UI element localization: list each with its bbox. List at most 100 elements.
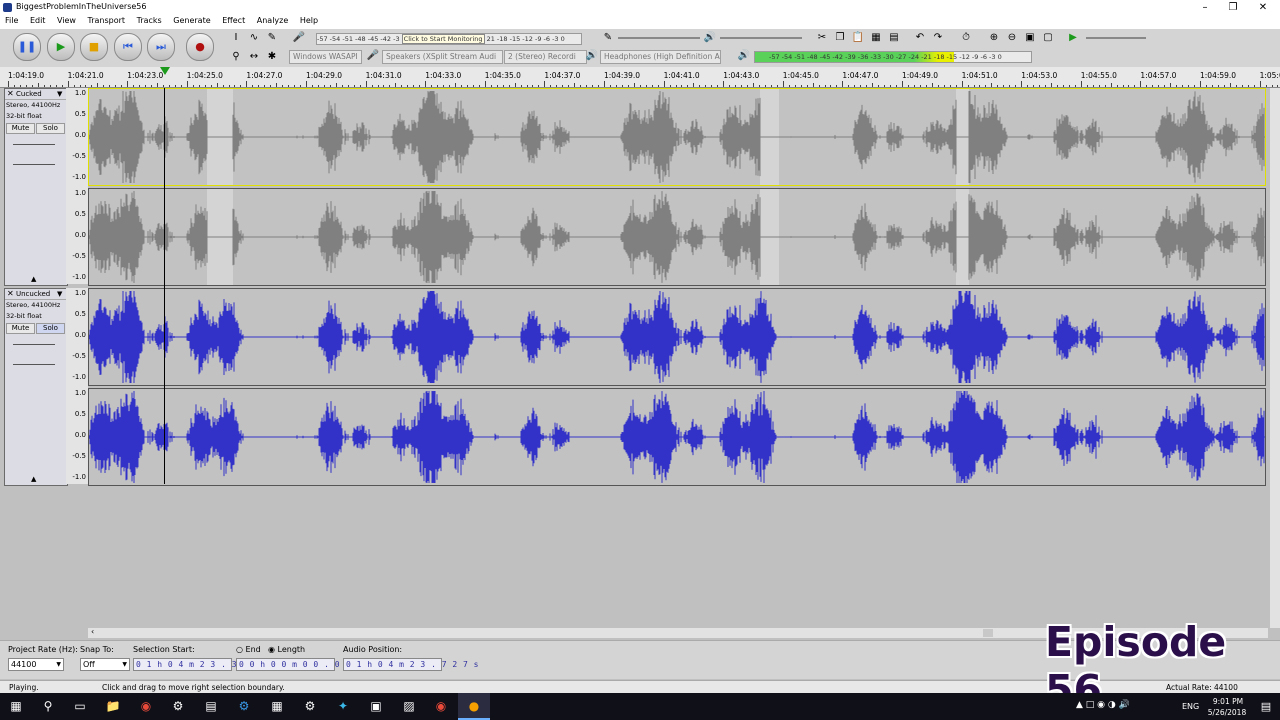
audacity-taskbar-icon[interactable]: ● [458, 693, 490, 720]
gain-slider[interactable] [13, 144, 55, 145]
app-icon[interactable]: ▣ [360, 693, 392, 720]
gear-icon[interactable]: ⚙ [228, 693, 260, 720]
language-indicator[interactable]: ENG [1182, 702, 1199, 711]
windows-start-icon[interactable]: ▦ [0, 693, 32, 720]
record-meter[interactable]: -57 -54 -51 -48 -45 -42 -3 Click to Star… [316, 33, 582, 45]
menu-transport[interactable]: Transport [88, 15, 126, 25]
solo-button[interactable]: Solo [36, 323, 65, 334]
clock-time[interactable]: 9:01 PM [1210, 697, 1246, 706]
track-control-panel[interactable]: ✕ Uncucked ▼ Stereo, 44100Hz 32-bit floa… [4, 288, 68, 486]
steam-icon[interactable]: ⚙ [162, 693, 194, 720]
timeshift-tool-icon[interactable]: ↔ [247, 50, 261, 64]
menu-help[interactable]: Help [300, 15, 318, 25]
track-menu-icon[interactable]: ▼ [57, 90, 62, 98]
record-meter-icon[interactable]: 🎤 [292, 31, 306, 45]
play-at-speed-icon[interactable]: ▶ [1066, 31, 1080, 45]
draw-tool-icon[interactable]: ✎ [265, 31, 279, 45]
zoom-out-icon[interactable]: ⊖ [1005, 31, 1019, 45]
undo-icon[interactable]: ↶ [913, 31, 927, 45]
recording-channels-select[interactable]: 2 (Stereo) Recordi [504, 50, 587, 64]
end-radio[interactable]: ○ End [236, 645, 261, 654]
track-menu-icon[interactable]: ▼ [57, 290, 62, 298]
search-icon[interactable]: ⚲ [32, 693, 64, 720]
gain-slider[interactable] [13, 344, 55, 345]
app-icon[interactable]: ✦ [327, 693, 359, 720]
record-button[interactable]: ● [186, 33, 214, 61]
pan-slider[interactable] [13, 364, 55, 365]
paste-icon[interactable]: 📋 [851, 31, 865, 45]
length-radio[interactable]: ◉ Length [268, 645, 305, 654]
skip-end-button[interactable]: ⏭ [147, 33, 175, 61]
selection-length-field[interactable]: 0 0 h 0 0 m 0 0 . 0 0 0 s [236, 658, 371, 671]
selection-start-field[interactable]: 0 1 h 0 4 m 2 3 . 3 8 2 s [133, 658, 268, 671]
multi-tool-icon[interactable]: ✱ [265, 50, 279, 64]
track-name[interactable]: Cucked [16, 90, 42, 98]
project-rate-select[interactable]: 44100 ▼ [8, 658, 64, 671]
menu-generate[interactable]: Generate [173, 15, 210, 25]
fit-project-icon[interactable]: ▢ [1041, 31, 1055, 45]
playback-device-select[interactable]: Headphones (High Definition A [600, 50, 721, 64]
waveform-channel[interactable] [88, 188, 1266, 286]
snap-to-select[interactable]: Off ▼ [80, 658, 130, 671]
fit-selection-icon[interactable]: ▣ [1023, 31, 1037, 45]
document-icon[interactable]: ▤ [195, 693, 227, 720]
task-view-icon[interactable]: ▭ [64, 693, 96, 720]
app-icon[interactable]: ▨ [393, 693, 425, 720]
mute-button[interactable]: Mute [6, 323, 35, 334]
audio-host-select[interactable]: Windows WASAPI [289, 50, 362, 64]
track-close-icon[interactable]: ✕ [7, 89, 14, 98]
recording-device-select[interactable]: Speakers (XSplit Stream Audi [382, 50, 503, 64]
empty-track-area[interactable] [0, 486, 1270, 626]
recording-volume-slider[interactable] [618, 37, 700, 39]
redo-icon[interactable]: ↷ [931, 31, 945, 45]
menu-tracks[interactable]: Tracks [137, 15, 162, 25]
mute-button[interactable]: Mute [6, 123, 35, 134]
menu-effect[interactable]: Effect [222, 15, 245, 25]
menu-analyze[interactable]: Analyze [257, 15, 289, 25]
chrome-icon[interactable]: ◉ [130, 693, 162, 720]
playback-meter-icon[interactable]: 🔊 [737, 49, 751, 63]
stop-button[interactable]: ■ [80, 33, 108, 61]
settings-icon[interactable]: ⚙ [294, 693, 326, 720]
trim-icon[interactable]: ▦ [869, 31, 883, 45]
tray-icons[interactable]: ▲ □ ◉ ◑ 🔊 [1076, 700, 1130, 710]
sync-lock-icon[interactable]: ⏱ [959, 31, 973, 45]
track-control-panel[interactable]: ✕ Cucked ▼ Stereo, 44100Hz 32-bit float … [4, 88, 68, 286]
audio-position-field[interactable]: 0 1 h 0 4 m 2 3 . 7 2 7 s [343, 658, 478, 671]
file-explorer-icon[interactable]: 📁 [97, 693, 129, 720]
collapse-track-icon[interactable]: ▲ [31, 275, 36, 283]
play-speed-slider[interactable] [1086, 37, 1146, 39]
playback-volume-slider[interactable] [720, 37, 802, 39]
pause-button[interactable]: ❚❚ [13, 33, 41, 61]
vertical-scrollbar[interactable] [1270, 88, 1280, 628]
silence-icon[interactable]: ▤ [887, 31, 901, 45]
collapse-track-icon[interactable]: ▲ [31, 475, 36, 483]
playback-meter[interactable]: -57 -54 -51 -48 -45 -42 -39 -36 -33 -30 … [754, 51, 1032, 63]
pan-slider[interactable] [13, 164, 55, 165]
menu-edit[interactable]: Edit [30, 15, 46, 25]
track-close-icon[interactable]: ✕ [7, 289, 14, 298]
envelope-tool-icon[interactable]: ∿ [247, 31, 261, 45]
waveform-channel[interactable] [88, 288, 1266, 386]
waveform-channel[interactable] [88, 88, 1266, 186]
notification-icon[interactable]: ▤ [1250, 693, 1280, 720]
cut-icon[interactable]: ✂ [815, 31, 829, 45]
clock-date[interactable]: 5/26/2018 [1204, 708, 1250, 717]
zoom-in-icon[interactable]: ⊕ [987, 31, 1001, 45]
track-name[interactable]: Uncucked [16, 290, 50, 298]
minimize-icon[interactable]: – [1190, 0, 1220, 15]
app-icon[interactable]: ◉ [425, 693, 457, 720]
solo-button[interactable]: Solo [36, 123, 65, 134]
timeline-ruler[interactable]: 1:04:19.0 1:04:21.0 1:04:23.0 1:04:25.0 1:04… [0, 67, 1280, 88]
skip-start-button[interactable]: ⏮ [114, 33, 142, 61]
scroll-thumb[interactable] [983, 629, 993, 637]
waveform-channel[interactable] [88, 388, 1266, 486]
menu-file[interactable]: File [5, 15, 18, 25]
restore-icon[interactable]: ❐ [1218, 0, 1248, 15]
menu-view[interactable]: View [57, 15, 76, 25]
selection-tool-icon[interactable]: I [229, 31, 243, 45]
scroll-left-icon[interactable]: ‹ [91, 627, 94, 636]
close-icon[interactable]: ✕ [1248, 0, 1278, 15]
play-button[interactable]: ▶ [47, 33, 75, 61]
calculator-icon[interactable]: ▦ [261, 693, 293, 720]
